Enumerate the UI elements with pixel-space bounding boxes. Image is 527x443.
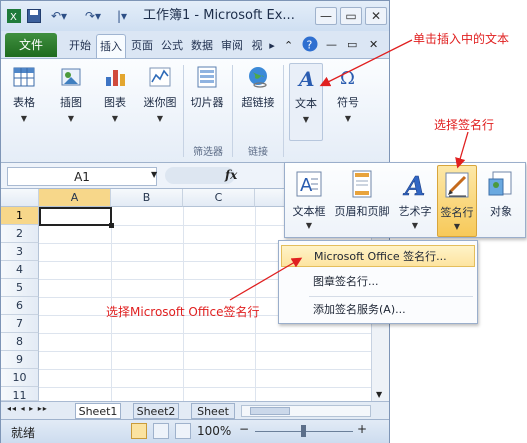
annotation-choose-ms-office: 选择Microsoft Office签名行	[106, 305, 260, 319]
annotation-click-text: 单击插入中的文本	[413, 32, 510, 46]
annotation-arrows	[229, 39, 469, 301]
arrow-to-signature-line	[455, 131, 469, 169]
arrow-to-text-button	[319, 39, 413, 87]
annotation-choose-signature-line: 选择签名行	[434, 118, 495, 132]
arrow-to-ms-office-item	[229, 257, 303, 301]
